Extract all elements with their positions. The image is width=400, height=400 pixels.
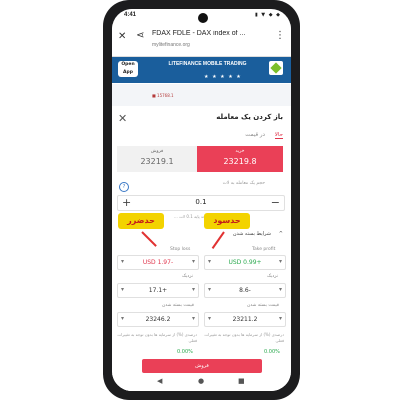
app-logo-icon bbox=[269, 61, 283, 75]
sl-points-value: 17.1+ bbox=[148, 287, 168, 294]
tp-percent-note: درصدی (%) از سرمایه ها بدون توجه به تغیی… bbox=[204, 332, 284, 343]
sl-percent-note: درصدی (%) از سرمایه ها بدون توجه به تغیی… bbox=[117, 332, 197, 343]
chevron-down-icon: ▾ bbox=[191, 258, 195, 265]
tp-points-label: نزدیک bbox=[267, 274, 279, 279]
browser-toolbar: ✕ ⋖ FDAX FDLE - DAX index of ... mylitef… bbox=[112, 24, 291, 57]
sl-percent: 0.00% bbox=[177, 349, 193, 355]
phone-screen: 4:41 ▮ ▼ ◆ ◆ ✕ ⋖ FDAX FDLE - DAX index o… bbox=[112, 9, 291, 391]
stop-loss-label: Stop loss bbox=[170, 247, 191, 252]
info-icon[interactable]: ? bbox=[119, 182, 129, 192]
ad-banner[interactable]: Open App LITEFINANCE MOBILE TRADING ★ ★ … bbox=[112, 57, 291, 83]
sl-price-value: 23246.2 bbox=[145, 316, 171, 323]
tab-now[interactable]: حالا bbox=[274, 132, 283, 139]
tp-price-field[interactable]: ▾ 23211.2 ▾ bbox=[204, 312, 286, 327]
sell-submit-button[interactable]: فروش bbox=[142, 359, 262, 373]
chart-background: ■ 15768.1 bbox=[112, 84, 291, 107]
chevron-up-icon[interactable]: ^ bbox=[279, 231, 283, 237]
open-app-button[interactable]: Open App bbox=[118, 61, 138, 77]
home-icon[interactable]: ● bbox=[198, 377, 204, 385]
tab-at-price[interactable]: در قیمت bbox=[245, 132, 265, 138]
more-vert-icon[interactable]: ⋮ bbox=[275, 30, 285, 41]
volume-label: حجم یک معامله به لات bbox=[222, 181, 265, 186]
chevron-down-icon: ▾ bbox=[191, 286, 195, 293]
page-title: FDAX FDLE - DAX index of ... bbox=[152, 30, 246, 37]
sl-price-field[interactable]: ▾ 23246.2 ▾ bbox=[117, 312, 199, 327]
close-dialog-icon[interactable]: ✕ bbox=[118, 112, 127, 125]
take-profit-label: Take profit bbox=[252, 247, 276, 252]
stop-loss-annotation: حدضرر bbox=[118, 213, 164, 229]
chevron-down-icon: ▾ bbox=[278, 258, 282, 265]
arrow-to-stop-loss bbox=[141, 231, 157, 247]
sl-price-label: قیمت بسته شدن bbox=[162, 303, 194, 308]
sell-value: 23219.1 bbox=[140, 157, 174, 166]
volume-stepper[interactable]: + 0.1 − bbox=[117, 195, 285, 211]
ad-brand: LITEFINANCE MOBILE TRADING bbox=[168, 61, 247, 67]
chevron-down-icon: ▾ bbox=[278, 286, 282, 293]
sl-points-field[interactable]: ▾ 17.1+ ▾ bbox=[117, 283, 199, 298]
arrow-to-take-profit bbox=[211, 231, 225, 249]
tp-price-value: 23211.2 bbox=[232, 316, 258, 323]
status-icons: ▮ ▼ ◆ ◆ bbox=[254, 12, 281, 18]
take-profit-annotation: حدسود bbox=[204, 213, 250, 229]
chevron-down-icon: ▾ bbox=[191, 315, 195, 322]
take-profit-value: USD 0.99+ bbox=[228, 259, 262, 266]
tp-points-value: 8.6- bbox=[239, 287, 251, 294]
sell-label: فروش bbox=[150, 149, 164, 154]
close-icon[interactable]: ✕ bbox=[118, 31, 126, 42]
camera-notch bbox=[198, 13, 208, 23]
back-icon[interactable]: ◀ bbox=[157, 377, 162, 385]
sell-price-button[interactable]: فروش 23219.1 bbox=[117, 146, 197, 172]
tp-points-field[interactable]: ▾ 8.6- ▾ bbox=[204, 283, 286, 298]
take-profit-field[interactable]: ▾ USD 0.99+ ▾ bbox=[204, 255, 286, 270]
buy-price-button[interactable]: خرید 23219.8 bbox=[197, 146, 283, 172]
status-bar: 4:41 ▮ ▼ ◆ ◆ bbox=[112, 9, 291, 23]
sl-points-label: نزدیک bbox=[182, 274, 194, 279]
minus-icon[interactable]: − bbox=[271, 196, 280, 210]
buy-value: 23219.8 bbox=[223, 157, 257, 166]
volume-value: 0.1 bbox=[195, 198, 207, 206]
tp-percent: 0.00% bbox=[264, 349, 280, 355]
share-icon[interactable]: ⋖ bbox=[136, 30, 144, 41]
chevron-down-icon: ▾ bbox=[278, 315, 282, 322]
dialog-title: باز کردن یک معامله bbox=[216, 113, 283, 121]
tp-price-label: قیمت بسته شدن bbox=[247, 303, 279, 308]
buy-label: خرید bbox=[235, 149, 245, 154]
open-trade-dialog: ✕ باز کردن یک معامله حالا در قیمت فروش 2… bbox=[112, 106, 291, 391]
status-time: 4:41 bbox=[124, 12, 137, 18]
page-host: mylitefinance.org bbox=[152, 42, 190, 48]
stop-loss-value: USD 1.97- bbox=[142, 259, 174, 266]
rating-stars: ★ ★ ★ ★ ★ bbox=[204, 74, 242, 80]
chart-tick-label: ■ 15768.1 bbox=[152, 93, 174, 98]
stop-loss-field[interactable]: ▾ USD 1.97- ▾ bbox=[117, 255, 199, 270]
android-nav-bar: ◀ ● ■ bbox=[112, 374, 291, 391]
recent-apps-icon[interactable]: ■ bbox=[238, 377, 245, 385]
close-conditions-label[interactable]: شرایط بسته شدن bbox=[233, 231, 271, 237]
